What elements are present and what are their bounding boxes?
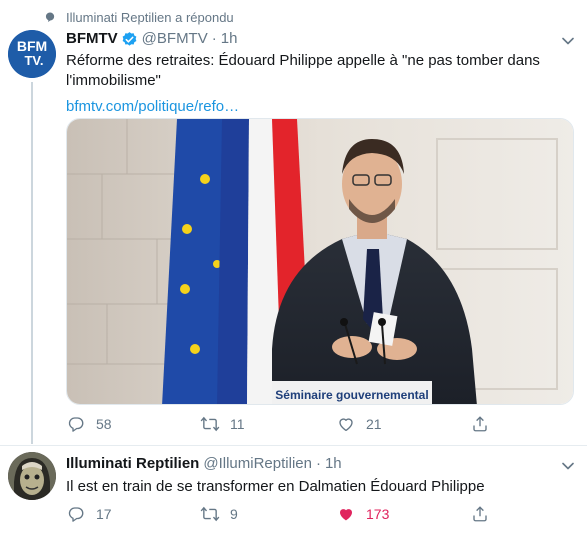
retweet-count: 9 [230,506,238,522]
reply-count: 17 [96,506,112,522]
verified-badge-icon [121,31,138,48]
user-handle[interactable]: @IllumiReptilien [203,454,312,474]
bfmtv-logo: BFM TV. [8,30,56,78]
share-button[interactable] [470,414,490,434]
timestamp[interactable]: 1h [221,29,238,49]
user-avatar [8,452,56,500]
separator-dot: · [315,455,321,472]
like-count: 173 [366,506,390,522]
tweet-media-image[interactable]: Séminaire gouvernemental [66,118,574,405]
tweet-bfmtv[interactable]: BFM TV. BFMTV @BFMTV · 1h Réforme des re… [0,26,587,446]
retweet-button[interactable]: 11 [200,414,245,434]
timestamp[interactable]: 1h [325,454,342,474]
retweet-button[interactable]: 9 [200,504,238,524]
tweet-text: Réforme des retraites: Édouard Philippe … [66,51,566,117]
display-name[interactable]: BFMTV [66,29,118,49]
reply-icon [66,414,86,434]
retweet-count: 11 [230,416,245,432]
like-button[interactable]: 173 [336,504,389,524]
bubble-icon [42,9,58,25]
display-name[interactable]: Illuminati Reptilien [66,454,199,474]
reply-count: 58 [96,416,112,432]
chevron-down-icon[interactable] [559,32,577,50]
tweet-reply[interactable]: Illuminati Reptilien @IllumiReptilien · … [0,446,587,533]
share-button[interactable] [470,504,490,524]
heart-icon [336,414,356,434]
user-handle[interactable]: @BFMTV [142,29,208,49]
retweet-icon [200,414,220,434]
reply-icon [66,504,86,524]
tweet-header: Illuminati Reptilien @IllumiReptilien · … [66,454,342,474]
share-icon [470,414,490,434]
reply-context: Illuminati Reptilien a répondu [42,8,234,26]
share-icon [470,504,490,524]
avatar[interactable] [8,452,56,500]
reply-button[interactable]: 58 [66,414,112,434]
tweet-header: BFMTV @BFMTV · 1h [66,29,237,49]
thread-line [31,82,33,444]
avatar[interactable]: BFM TV. [8,30,56,78]
podium-sign: Séminaire gouvernemental [275,388,428,402]
retweet-icon [200,504,220,524]
separator-dot: · [211,30,217,47]
tweet-text-body: Il est en train de se transformer en Dal… [66,478,485,495]
tweet-actions: 58 11 21 [66,414,526,434]
tweet-link[interactable]: bfmtv.com/politique/refo… [66,98,239,115]
tweet-text-body: Réforme des retraites: Édouard Philippe … [66,52,540,89]
reply-context-text: Illuminati Reptilien a répondu [66,9,234,25]
like-button[interactable]: 21 [336,414,382,434]
svg-text:TV.: TV. [24,53,43,68]
heart-filled-icon [336,504,356,524]
svg-text:BFM: BFM [17,38,47,54]
tweet-actions: 17 9 173 [66,504,526,524]
reply-button[interactable]: 17 [66,504,112,524]
chevron-down-icon[interactable] [559,457,577,475]
like-count: 21 [366,416,382,432]
